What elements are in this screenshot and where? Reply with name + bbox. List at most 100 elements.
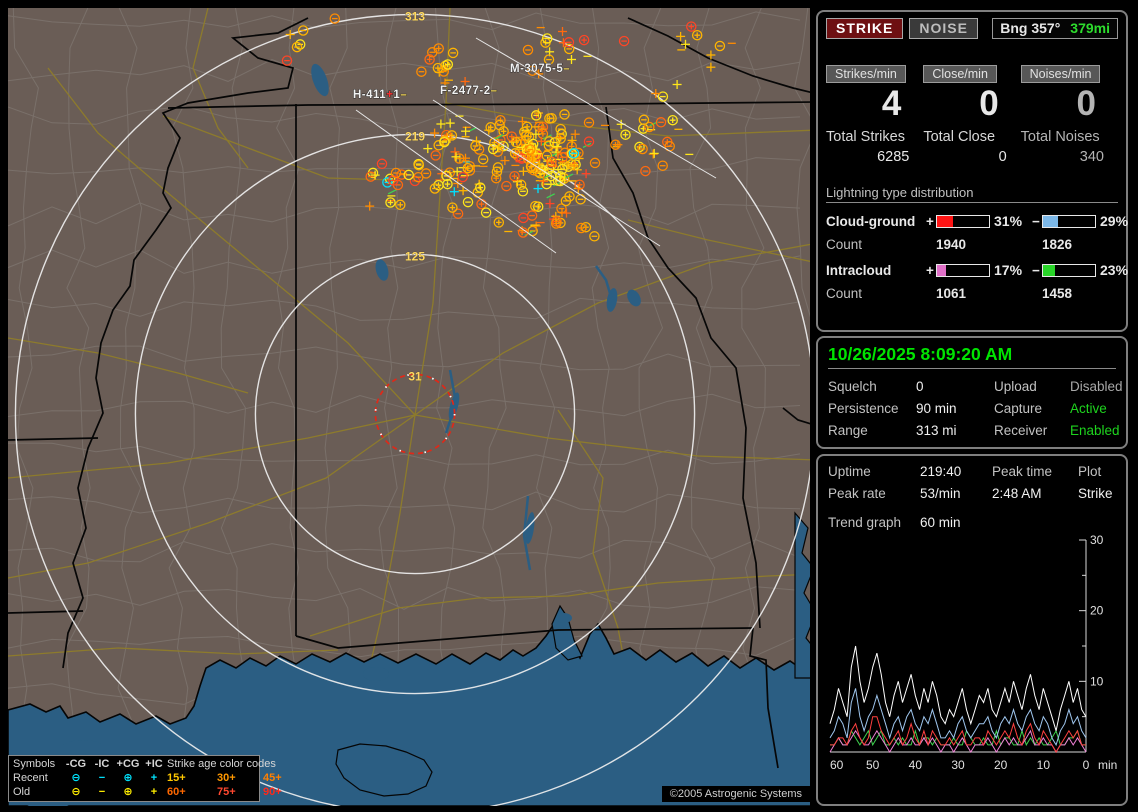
- ic-negative-bar: [1042, 264, 1096, 277]
- legend-col-pos-cg: +CG: [115, 757, 141, 771]
- peak-time-label: Peak time: [992, 464, 1078, 479]
- total-strikes-label: Total Strikes: [826, 129, 923, 145]
- ring-distance-label: 219: [405, 129, 425, 143]
- legend-col-neg-ic: -IC: [89, 757, 115, 771]
- plus-icon: +: [141, 771, 167, 785]
- minus-icon: −: [89, 771, 115, 785]
- uptime-label: Uptime: [828, 464, 920, 479]
- trend-graph-value: 60 min: [920, 515, 1116, 530]
- strike-toggle-button[interactable]: STRIKE: [826, 18, 903, 39]
- upload-status: Disabled: [1070, 379, 1123, 394]
- plus-icon: +: [141, 785, 167, 799]
- ic-negative-pct: 23%: [1096, 262, 1132, 278]
- legend-col-neg-cg: -CG: [63, 757, 89, 771]
- x-tick-label: 30: [951, 758, 965, 772]
- persistence-label: Persistence: [828, 401, 916, 416]
- storm-cell-label-part: H-411: [353, 89, 386, 101]
- peak-rate-value: 53/min: [920, 486, 992, 501]
- uptime-value: 219:40: [920, 464, 992, 479]
- system-status-panel: 10/26/2025 8:09:20 AM Squelch 0 Upload D…: [816, 336, 1128, 449]
- squelch-value: 0: [916, 379, 994, 394]
- y-tick-label: 10: [1090, 674, 1104, 688]
- ic-negative-bar-fill: [1043, 265, 1055, 276]
- strikes-rate-column: Strikes/min 4 Total Strikes 6285: [826, 65, 923, 165]
- close-per-min-chip: Close/min: [923, 65, 997, 83]
- x-tick-label: 20: [994, 758, 1008, 772]
- plus-sign: +: [924, 263, 936, 278]
- persistence-value: 90 min: [916, 401, 994, 416]
- ic-positive-pct: 17%: [990, 262, 1030, 278]
- legend-age-title: Strike age color codes: [167, 757, 303, 771]
- strikes-per-min-value: 4: [826, 83, 923, 125]
- trend-series-ic-strikes: [830, 731, 1086, 752]
- datetime-display: 10/26/2025 8:09:20 AM: [828, 344, 1116, 365]
- total-noises-label: Total Noises: [1021, 129, 1118, 145]
- storm-cell-label: H-411+1–: [353, 89, 407, 101]
- x-tick-label: 50: [866, 758, 880, 772]
- legend-age-code: 60+: [167, 785, 217, 799]
- distribution-title: Lightning type distribution: [826, 185, 1118, 203]
- receiver-label: Receiver: [994, 423, 1070, 438]
- squelch-label: Squelch: [828, 379, 916, 394]
- cg-negative-bar-fill: [1043, 216, 1058, 227]
- cg-negative-count: 1826: [1042, 237, 1122, 252]
- count-label: Count: [826, 237, 924, 252]
- upload-label: Upload: [994, 379, 1070, 394]
- legend-row-recent: Recent⊖−⊕+15+30+45+: [13, 771, 255, 785]
- storm-cell-label: F-2477-2–: [440, 85, 498, 97]
- cloud-ground-row: Cloud-ground + 31% − 29%: [826, 213, 1118, 229]
- receiver-status: Enabled: [1070, 423, 1123, 438]
- legend-row-old: Old⊖−⊕+60+75+90+: [13, 785, 255, 799]
- range-value: 313 mi: [916, 423, 994, 438]
- noise-toggle-button[interactable]: NOISE: [909, 18, 978, 39]
- legend-header-row: Symbols -CG -IC +CG +IC Strike age color…: [13, 757, 255, 771]
- plus-sign: +: [924, 214, 936, 229]
- legend-age-code: 15+: [167, 771, 217, 785]
- y-tick-label: 20: [1090, 604, 1104, 618]
- total-noises-value: 340: [1021, 149, 1118, 165]
- legend-age-code: 30+: [217, 771, 263, 785]
- noises-per-min-chip: Noises/min: [1021, 65, 1101, 83]
- peak-time-value: 2:48 AM: [992, 486, 1078, 501]
- storm-cell-label-part: M-3075-5: [510, 63, 563, 75]
- noises-rate-column: Noises/min 0 Total Noises 340: [1021, 65, 1118, 165]
- legend-symbols-label: Symbols: [13, 757, 63, 771]
- legend-age-code: 45+: [263, 771, 303, 785]
- intracloud-row: Intracloud + 17% − 23%: [826, 262, 1118, 278]
- minus-sign: −: [1030, 214, 1042, 229]
- storm-cell-label-part: +: [386, 89, 393, 101]
- cg-positive-count: 1940: [936, 237, 1030, 252]
- x-tick-label: 60: [830, 758, 844, 772]
- strikes-per-min-chip: Strikes/min: [826, 65, 906, 83]
- plot-label: Plot: [1078, 464, 1116, 479]
- map-legend: Symbols -CG -IC +CG +IC Strike age color…: [8, 755, 260, 802]
- capture-label: Capture: [994, 401, 1070, 416]
- cloud-ground-label: Cloud-ground: [826, 214, 924, 229]
- copyright-notice: ©2005 Astrogenic Systems: [662, 786, 810, 802]
- app-window: 31125219313H-411+1–F-2477-2–M-3075-5– Sy…: [0, 0, 1138, 812]
- peak-rate-label: Peak rate: [828, 486, 920, 501]
- cg-positive-bar-fill: [937, 216, 953, 227]
- storm-cell-label-part: F-2477-2: [440, 85, 491, 97]
- cg-positive-bar: [936, 215, 990, 228]
- lake: [556, 613, 572, 623]
- count-label: Count: [826, 286, 924, 301]
- trend-graph-label: Trend graph: [828, 515, 920, 530]
- x-tick-label: 40: [909, 758, 923, 772]
- range-label: Range: [828, 423, 916, 438]
- plot-value: Strike: [1078, 486, 1116, 501]
- cg-positive-pct: 31%: [990, 213, 1030, 229]
- lightning-map[interactable]: 31125219313H-411+1–F-2477-2–M-3075-5– Sy…: [8, 8, 810, 806]
- bearing-value: Bng 357°: [1000, 20, 1060, 36]
- x-axis-unit: min: [1098, 758, 1117, 772]
- storm-cell-label-part: –: [400, 89, 407, 101]
- storm-cell-label-part: –: [491, 85, 498, 97]
- ring-distance-label: 313: [405, 9, 425, 23]
- circle-minus-icon: ⊖: [63, 771, 89, 785]
- bearing-range-value: 379mi: [1070, 20, 1110, 36]
- datetime-divider: [828, 368, 1116, 369]
- close-rate-column: Close/min 0 Total Close 0: [923, 65, 1020, 165]
- map-canvas[interactable]: 31125219313H-411+1–F-2477-2–M-3075-5–: [8, 8, 810, 806]
- ic-positive-count: 1061: [936, 286, 1030, 301]
- y-tick-label: 30: [1090, 534, 1104, 547]
